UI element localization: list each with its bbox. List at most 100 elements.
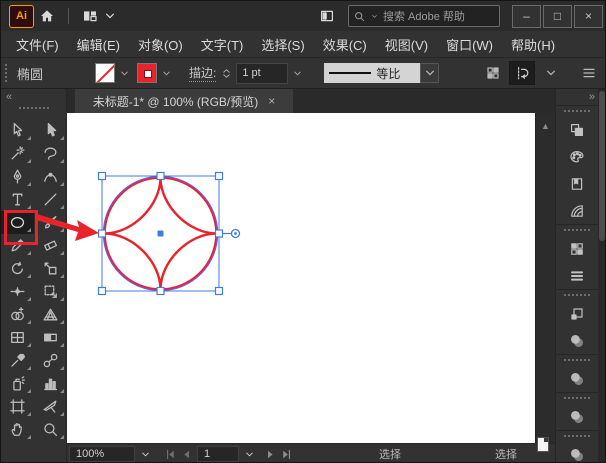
blend-tool[interactable] bbox=[34, 349, 67, 372]
stroke-chevron-icon[interactable] bbox=[160, 67, 173, 80]
tab-close-icon[interactable]: × bbox=[268, 94, 275, 108]
lasso-icon bbox=[42, 145, 59, 162]
draw-mode-chevron-icon[interactable] bbox=[543, 65, 559, 81]
selection-tool[interactable] bbox=[1, 119, 34, 142]
rotate-tool[interactable] bbox=[1, 257, 34, 280]
zoom-tool[interactable] bbox=[34, 418, 67, 441]
pathfinder-panel-button[interactable] bbox=[556, 327, 598, 354]
scale-tool[interactable] bbox=[34, 257, 67, 280]
stroke-weight-stepper[interactable] bbox=[220, 67, 233, 80]
graph-tool[interactable] bbox=[34, 372, 67, 395]
tool-flyout-corner bbox=[27, 251, 31, 255]
menu-object[interactable]: 对象(O) bbox=[129, 35, 192, 54]
stroke-panel-link[interactable]: 描边: bbox=[189, 64, 216, 82]
menu-edit[interactable]: 编辑(E) bbox=[68, 35, 129, 54]
eyedropper-tool[interactable] bbox=[1, 349, 34, 372]
mesh-tool[interactable] bbox=[1, 326, 34, 349]
swatch-grid-panel-button[interactable] bbox=[556, 235, 598, 262]
panel-toggle-icon[interactable] bbox=[314, 5, 340, 27]
first-artboard-icon[interactable] bbox=[163, 446, 177, 462]
fill-chevron-icon[interactable] bbox=[118, 67, 131, 80]
search-input[interactable]: 搜索 Adobe 帮助 bbox=[348, 5, 500, 27]
canvas[interactable] bbox=[67, 113, 535, 443]
draw-mode-button[interactable] bbox=[509, 61, 535, 85]
status-bar: 100% 1 选择 选择 bbox=[67, 443, 555, 463]
document-tab[interactable]: 未标题-1* @ 100% (RGB/预览) × bbox=[75, 89, 293, 113]
stroke-profile-combo[interactable]: 等比 bbox=[324, 63, 420, 83]
direct-selection-tool[interactable] bbox=[34, 119, 67, 142]
type-tool[interactable] bbox=[1, 188, 34, 211]
swatches-panel-button[interactable] bbox=[556, 170, 598, 197]
menu-file[interactable]: 文件(F) bbox=[7, 35, 68, 54]
controlbar-grip[interactable] bbox=[5, 64, 11, 82]
last-artboard-icon[interactable] bbox=[279, 446, 293, 462]
menu-view[interactable]: 视图(V) bbox=[376, 35, 437, 54]
rotate-widget-dot bbox=[234, 232, 237, 235]
center-anchor[interactable] bbox=[158, 231, 164, 237]
pen-tool[interactable] bbox=[1, 165, 34, 188]
transform-panel-button[interactable] bbox=[556, 300, 598, 327]
workspace-switcher-icon[interactable] bbox=[77, 5, 103, 27]
fill-swatch[interactable] bbox=[95, 63, 115, 83]
stroke-profile-chevron-icon[interactable] bbox=[420, 63, 439, 83]
dock-section-grip[interactable] bbox=[564, 397, 590, 401]
color-guide-panel-button[interactable] bbox=[556, 197, 598, 224]
menu-window[interactable]: 窗口(W) bbox=[437, 35, 502, 54]
dock-collapse-icon[interactable]: » bbox=[589, 91, 595, 103]
artboard-chevron-icon[interactable] bbox=[243, 446, 256, 462]
libraries-panel-button[interactable] bbox=[556, 116, 598, 143]
tool-flyout-corner bbox=[27, 320, 31, 324]
color-panel-button[interactable] bbox=[556, 143, 598, 170]
tools-collapse-icon[interactable]: « bbox=[6, 91, 12, 103]
dock-section-grip[interactable] bbox=[564, 294, 590, 298]
zoom-level[interactable]: 100% bbox=[69, 446, 135, 462]
dock-scrollbar[interactable] bbox=[598, 89, 606, 463]
lasso-tool[interactable] bbox=[34, 142, 67, 165]
home-icon[interactable] bbox=[34, 5, 60, 27]
zoom-chevron-icon[interactable] bbox=[139, 446, 152, 462]
close-button[interactable]: × bbox=[574, 5, 603, 28]
artboard-tool[interactable] bbox=[1, 395, 34, 418]
dock-scrollbar-thumb[interactable] bbox=[599, 91, 605, 241]
next-artboard-icon[interactable] bbox=[263, 446, 277, 462]
magic-wand-tool[interactable] bbox=[1, 142, 34, 165]
stroke-panel-panel-button[interactable] bbox=[556, 262, 598, 289]
stroke-weight-value[interactable]: 1 pt bbox=[236, 63, 288, 84]
shape-modes-panel-button[interactable] bbox=[556, 365, 598, 392]
curvature-tool[interactable] bbox=[34, 165, 67, 188]
dock-section-grip[interactable] bbox=[564, 359, 590, 363]
dock-section-grip[interactable] bbox=[564, 110, 590, 114]
hand-tool[interactable] bbox=[1, 418, 34, 441]
free-transform-tool[interactable] bbox=[34, 280, 67, 303]
controlbar-menu-icon[interactable] bbox=[581, 65, 597, 81]
gradient-tool[interactable] bbox=[34, 326, 67, 349]
slice-tool[interactable] bbox=[34, 395, 67, 418]
scroll-up-icon[interactable]: ▲ bbox=[536, 121, 555, 131]
shape-builder-tool[interactable] bbox=[1, 303, 34, 326]
rotate-icon bbox=[9, 260, 26, 277]
maximize-button[interactable]: □ bbox=[543, 5, 572, 28]
dock-section-grip[interactable] bbox=[564, 229, 590, 233]
perspective-grid-tool[interactable] bbox=[34, 303, 67, 326]
menu-help[interactable]: 帮助(H) bbox=[502, 35, 564, 54]
menu-effect[interactable]: 效果(C) bbox=[314, 35, 376, 54]
tools-grip[interactable] bbox=[19, 107, 49, 109]
vertical-scrollbar[interactable]: ▲ bbox=[535, 113, 555, 443]
menu-select[interactable]: 选择(S) bbox=[252, 35, 313, 54]
dock-section-grip[interactable] bbox=[564, 435, 590, 439]
width-tool[interactable] bbox=[1, 280, 34, 303]
arrange-icon[interactable] bbox=[485, 65, 501, 81]
stroke-swatch[interactable] bbox=[137, 63, 157, 83]
minimize-button[interactable]: – bbox=[512, 5, 541, 28]
prev-artboard-icon[interactable] bbox=[179, 446, 193, 462]
symbol-sprayer-tool[interactable] bbox=[1, 372, 34, 395]
shape-modes-2-panel-button[interactable] bbox=[556, 403, 598, 430]
tool-flyout-corner bbox=[60, 182, 64, 186]
tool-flyout-corner bbox=[60, 366, 64, 370]
stroke-weight-chevron-icon[interactable] bbox=[291, 67, 304, 80]
artboard-number[interactable]: 1 bbox=[197, 446, 239, 462]
shape-modes-3-panel-button[interactable] bbox=[556, 441, 598, 463]
workspace-chevron-icon[interactable] bbox=[103, 5, 117, 27]
app-logo-icon[interactable]: Ai bbox=[9, 5, 34, 28]
menu-type[interactable]: 文字(T) bbox=[192, 35, 253, 54]
